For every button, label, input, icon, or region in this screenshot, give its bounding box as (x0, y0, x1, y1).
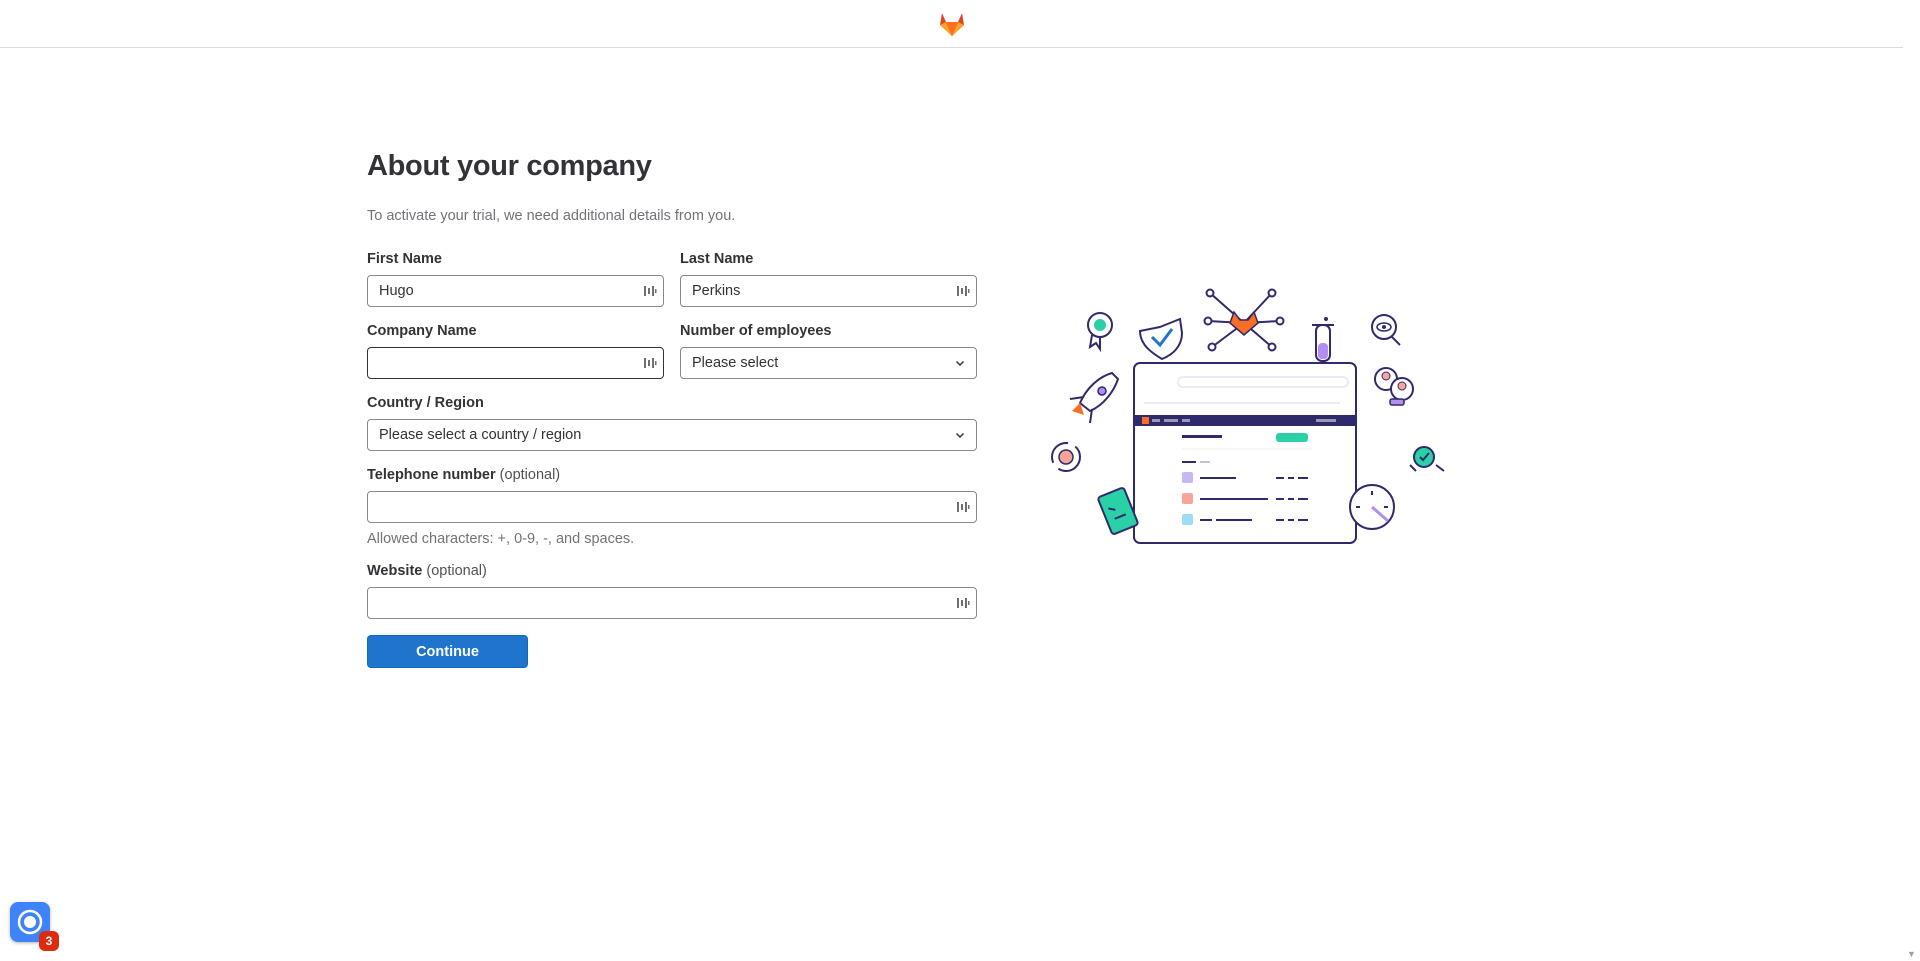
browser-window-illustration (1133, 362, 1357, 544)
speedometer-icon (1349, 484, 1395, 530)
first-name-field[interactable] (367, 275, 664, 307)
page-subtitle: To activate your trial, we need addition… (367, 208, 736, 224)
deploy-check-icon (1409, 446, 1445, 472)
country-select[interactable]: Please select a country / region (367, 419, 977, 451)
employees-selected-value: Please select (692, 355, 779, 371)
telephone-optional-text: (optional) (499, 467, 561, 483)
country-selected-value: Please select a country / region (379, 427, 582, 443)
password-manager-icon[interactable] (643, 284, 657, 298)
chevron-down-icon (955, 432, 965, 439)
trial-illustration (1051, 288, 1445, 544)
first-name-label: First Name (367, 251, 442, 267)
rocket-icon (1069, 371, 1120, 424)
website-field[interactable] (367, 587, 977, 619)
last-name-input[interactable] (681, 277, 976, 305)
telephone-label-text: Telephone number (367, 467, 496, 483)
website-label-text: Website (367, 563, 423, 579)
clipboard-icon (1097, 487, 1139, 535)
page-scrollbar[interactable]: ▼ (1903, 0, 1920, 961)
network-tanuki-icon (1203, 288, 1285, 352)
first-name-input[interactable] (368, 277, 663, 305)
last-name-label: Last Name (680, 251, 754, 267)
last-name-field[interactable] (680, 275, 977, 307)
website-label: Website (optional) (367, 563, 487, 579)
website-optional-text: (optional) (426, 563, 487, 579)
shield-check-icon (1138, 317, 1184, 361)
test-tube-icon (1312, 317, 1334, 362)
password-manager-icon[interactable] (956, 284, 970, 298)
award-badge-icon (1087, 312, 1113, 353)
country-label: Country / Region (367, 395, 484, 411)
chevron-down-icon (955, 360, 965, 367)
telephone-hint: Allowed characters: +, 0-9, -, and space… (367, 531, 635, 547)
top-bar (0, 0, 1903, 48)
page-title: About your company (367, 150, 652, 182)
company-name-input[interactable] (368, 349, 663, 377)
gitlab-tanuki-icon[interactable] (938, 10, 966, 37)
notification-badge: 3 (39, 931, 59, 951)
website-input[interactable] (368, 589, 976, 617)
telephone-label: Telephone number (optional) (367, 467, 560, 483)
telephone-input[interactable] (368, 493, 976, 521)
continue-button[interactable]: Continue (367, 635, 528, 668)
password-manager-icon[interactable] (643, 356, 657, 370)
people-lightbulb-icon (1374, 367, 1414, 406)
password-manager-icon[interactable] (956, 596, 970, 610)
password-manager-icon[interactable] (956, 500, 970, 514)
eye-icon (1371, 314, 1401, 346)
sync-cycle-icon (1051, 442, 1081, 472)
company-name-label: Company Name (367, 323, 477, 339)
scroll-down-arrow-icon[interactable]: ▼ (1907, 950, 1916, 959)
company-name-field[interactable] (367, 347, 664, 379)
telephone-field[interactable] (367, 491, 977, 523)
employees-select[interactable]: Please select (680, 347, 977, 379)
employees-label: Number of employees (680, 323, 832, 339)
